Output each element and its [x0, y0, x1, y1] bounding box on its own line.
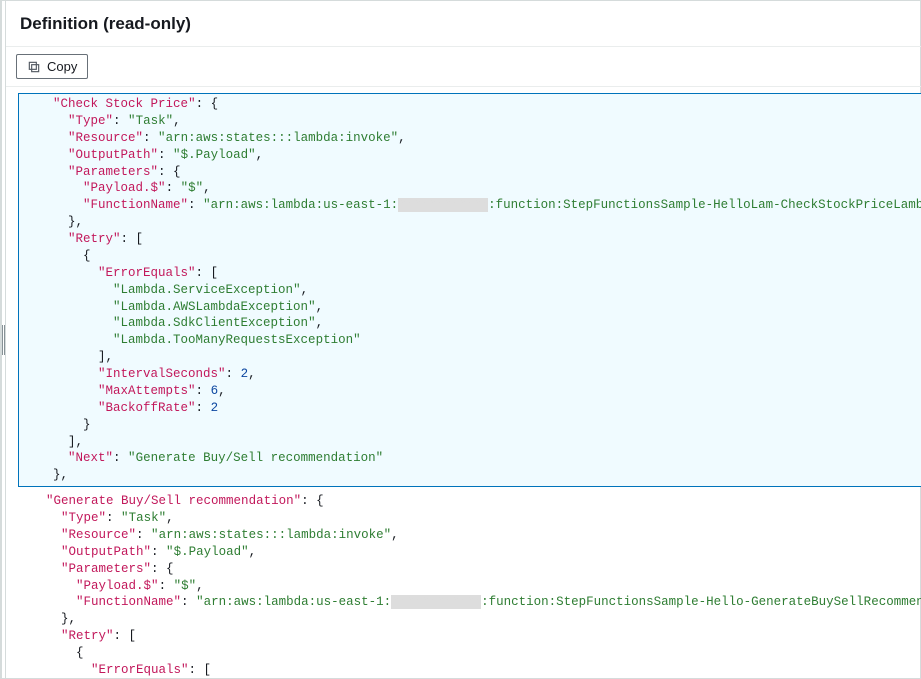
copy-label: Copy	[47, 59, 77, 74]
copy-icon	[27, 60, 41, 74]
definition-panel: Definition (read-only) Definition › Copy…	[5, 1, 921, 678]
definition-title: Definition (read-only)	[20, 14, 191, 34]
copy-button[interactable]: Copy	[16, 54, 88, 79]
code-viewer[interactable]: "Check Stock Price": { "Type": "Task", "…	[6, 87, 921, 678]
code-highlight-block: "Check Stock Price": { "Type": "Task", "…	[18, 93, 921, 487]
